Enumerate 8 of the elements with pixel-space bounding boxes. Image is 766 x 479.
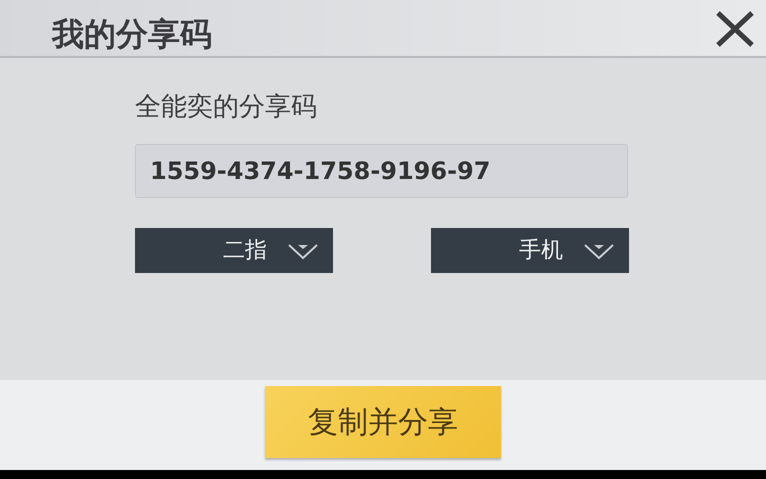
field-label: 全能奕的分享码 — [135, 94, 318, 120]
chevron-down-icon — [287, 242, 319, 260]
share-code-field[interactable]: 1559-4374-1758-9196-97 — [135, 144, 628, 198]
copy-and-share-button[interactable]: 复制并分享 — [265, 386, 501, 458]
dropdown[interactable]: 手机 — [431, 228, 629, 273]
chevron-down-icon — [583, 242, 615, 260]
dialog-title: 我的分享码 — [52, 18, 212, 50]
dropdown[interactable]: 二指 — [135, 228, 333, 273]
